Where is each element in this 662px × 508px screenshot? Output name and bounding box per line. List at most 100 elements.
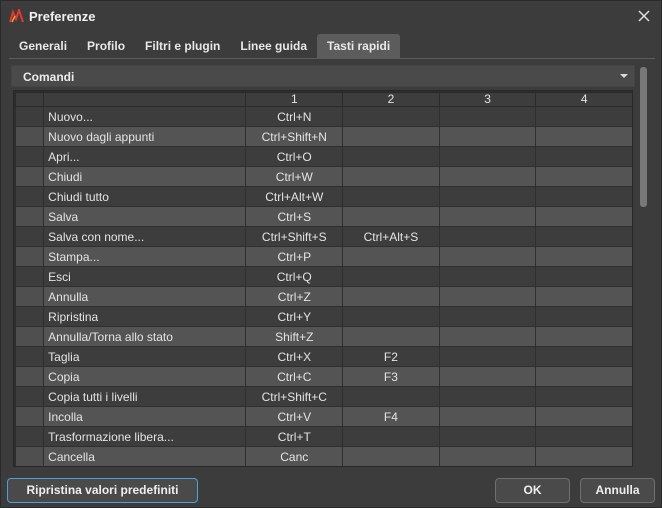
shortcut-3-cell[interactable] (438, 146, 537, 167)
shortcut-4-cell[interactable] (535, 326, 632, 347)
shortcut-4-cell[interactable] (535, 426, 632, 447)
table-row[interactable]: Chiudi Ctrl+W (14, 166, 632, 187)
shortcut-1-cell[interactable]: Ctrl+O (245, 146, 344, 167)
shortcut-2-cell[interactable] (342, 106, 440, 127)
shortcut-4-cell[interactable] (535, 206, 632, 227)
table-row[interactable]: Stampa... Ctrl+P (14, 246, 632, 267)
shortcut-3-cell[interactable] (438, 246, 537, 267)
tab-filtri-plugin[interactable]: Filtri e plugin (135, 34, 230, 58)
shortcut-3-cell[interactable] (438, 226, 537, 247)
shortcut-2-cell[interactable]: Ctrl+Alt+S (342, 226, 440, 247)
shortcut-3-cell[interactable] (438, 166, 537, 187)
table-row[interactable]: Taglia Ctrl+X F2 (14, 346, 632, 367)
shortcut-3-cell[interactable] (438, 386, 537, 407)
table-row[interactable]: Copia tutti i livelli Ctrl+Shift+C (14, 386, 632, 407)
shortcut-1-cell[interactable]: Ctrl+P (245, 246, 344, 267)
shortcut-2-cell[interactable] (342, 266, 440, 287)
shortcut-2-cell[interactable] (342, 246, 440, 267)
tab-generali[interactable]: Generali (9, 34, 77, 58)
shortcut-3-cell[interactable] (438, 206, 537, 227)
shortcut-4-cell[interactable] (535, 366, 632, 387)
table-row[interactable]: Salva Ctrl+S (14, 206, 632, 227)
ok-button[interactable]: OK (495, 478, 570, 503)
table-row[interactable]: Esci Ctrl+Q (14, 266, 632, 287)
shortcut-2-cell[interactable] (342, 126, 440, 147)
shortcut-3-cell[interactable] (438, 286, 537, 307)
shortcut-4-cell[interactable] (535, 146, 632, 167)
shortcut-1-cell[interactable]: Ctrl+N (245, 106, 344, 127)
shortcut-4-cell[interactable] (535, 166, 632, 187)
shortcut-4-cell[interactable] (535, 226, 632, 247)
shortcut-4-cell[interactable] (535, 266, 632, 287)
tab-profilo[interactable]: Profilo (77, 34, 135, 58)
shortcut-3-cell[interactable] (438, 186, 537, 207)
shortcut-3-cell[interactable] (438, 346, 537, 367)
shortcut-4-cell[interactable] (535, 186, 632, 207)
shortcut-1-cell[interactable]: Ctrl+Shift+N (245, 126, 344, 147)
shortcut-4-cell[interactable] (535, 446, 632, 466)
table-row[interactable]: Chiudi tutto Ctrl+Alt+W (14, 186, 632, 207)
shortcut-1-cell[interactable]: Ctrl+T (245, 426, 344, 447)
table-row[interactable]: Ripristina Ctrl+Y (14, 306, 632, 327)
shortcut-1-cell[interactable]: Ctrl+V (245, 406, 344, 427)
shortcut-2-cell[interactable] (342, 166, 440, 187)
table-row[interactable]: Incolla Ctrl+V F4 (14, 406, 632, 427)
shortcut-4-cell[interactable] (535, 286, 632, 307)
table-row[interactable]: Trasformazione libera... Ctrl+T (14, 426, 632, 447)
tab-linee-guida[interactable]: Linee guida (230, 34, 317, 58)
shortcut-4-cell[interactable] (535, 126, 632, 147)
shortcut-1-cell[interactable]: Ctrl+Z (245, 286, 344, 307)
shortcut-2-cell[interactable] (342, 146, 440, 167)
shortcut-4-cell[interactable] (535, 406, 632, 427)
shortcut-3-cell[interactable] (438, 266, 537, 287)
table-row[interactable]: Annulla/Torna allo stato Shift+Z (14, 326, 632, 347)
shortcut-3-cell[interactable] (438, 446, 537, 466)
shortcut-2-cell[interactable] (342, 306, 440, 327)
shortcut-2-cell[interactable]: F2 (342, 346, 440, 367)
shortcut-1-cell[interactable]: Ctrl+X (245, 346, 344, 367)
shortcut-2-cell[interactable] (342, 286, 440, 307)
shortcut-1-cell[interactable]: Ctrl+Shift+S (245, 226, 344, 247)
shortcut-3-cell[interactable] (438, 106, 537, 127)
shortcut-3-cell[interactable] (438, 326, 537, 347)
table-row[interactable]: Nuovo dagli appunti Ctrl+Shift+N (14, 126, 632, 147)
shortcut-3-cell[interactable] (438, 426, 537, 447)
shortcut-2-cell[interactable] (342, 426, 440, 447)
shortcut-3-cell[interactable] (438, 366, 537, 387)
scrollbar-thumb[interactable] (640, 67, 647, 207)
shortcut-1-cell[interactable]: Ctrl+Q (245, 266, 344, 287)
category-dropdown[interactable]: Comandi (11, 65, 635, 87)
shortcut-3-cell[interactable] (438, 406, 537, 427)
table-row[interactable]: Nuovo... Ctrl+N (14, 106, 632, 127)
shortcut-1-cell[interactable]: Ctrl+Y (245, 306, 344, 327)
cancel-button[interactable]: Annulla (580, 478, 655, 503)
shortcut-1-cell[interactable]: Ctrl+S (245, 206, 344, 227)
table-row[interactable]: Salva con nome... Ctrl+Shift+S Ctrl+Alt+S (14, 226, 632, 247)
shortcut-1-cell[interactable]: Ctrl+Alt+W (245, 186, 344, 207)
shortcut-4-cell[interactable] (535, 106, 632, 127)
shortcut-2-cell[interactable] (342, 386, 440, 407)
shortcut-4-cell[interactable] (535, 306, 632, 327)
shortcut-4-cell[interactable] (535, 246, 632, 267)
shortcut-1-cell[interactable]: Ctrl+Shift+C (245, 386, 344, 407)
shortcut-3-cell[interactable] (438, 126, 537, 147)
table-row[interactable]: Cancella Canc (14, 446, 632, 466)
shortcut-2-cell[interactable] (342, 326, 440, 347)
shortcut-1-cell[interactable]: Ctrl+W (245, 166, 344, 187)
shortcut-2-cell[interactable] (342, 446, 440, 466)
shortcut-2-cell[interactable] (342, 186, 440, 207)
tab-tasti-rapidi[interactable]: Tasti rapidi (317, 34, 401, 58)
shortcut-4-cell[interactable] (535, 346, 632, 367)
restore-defaults-button[interactable]: Ripristina valori predefiniti (7, 478, 198, 503)
close-icon[interactable] (635, 7, 653, 25)
shortcut-4-cell[interactable] (535, 386, 632, 407)
table-row[interactable]: Copia Ctrl+C F3 (14, 366, 632, 387)
shortcut-1-cell[interactable]: Shift+Z (245, 326, 344, 347)
shortcut-2-cell[interactable]: F4 (342, 406, 440, 427)
table-row[interactable]: Annulla Ctrl+Z (14, 286, 632, 307)
shortcut-1-cell[interactable]: Ctrl+C (245, 366, 344, 387)
shortcut-1-cell[interactable]: Canc (245, 446, 344, 466)
table-row[interactable]: Apri... Ctrl+O (14, 146, 632, 167)
shortcut-2-cell[interactable] (342, 206, 440, 227)
vertical-scrollbar[interactable] (639, 67, 647, 469)
